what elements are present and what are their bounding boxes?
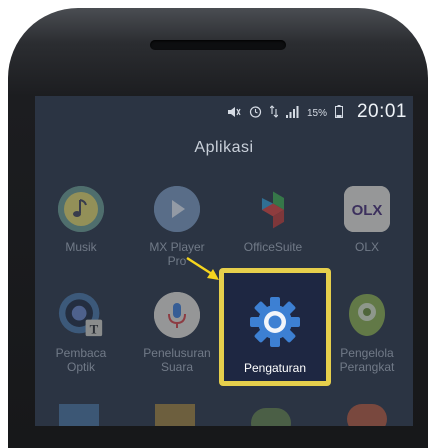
status-bar: 15% 20:01 [35,96,413,128]
olx-logo-icon: OLX [344,186,390,232]
app-penelusuran-suara[interactable]: Penelusuran Suara [137,292,217,374]
app-icon-partial[interactable] [347,404,387,426]
status-time: 20:01 [356,101,407,122]
app-pembaca-optik[interactable]: T Pembaca Optik [41,292,121,374]
alarm-icon [249,105,262,121]
camera-lens-icon: T [58,292,104,338]
battery-icon [335,105,343,121]
app-label: OLX [354,240,379,254]
app-label: Pengelola Perangkat [339,346,395,374]
app-icon-partial[interactable] [155,404,195,426]
app-pengaturan[interactable]: Pengaturan [219,268,331,386]
app-label: Penelusuran Suara [143,346,211,374]
status-icons: 15% [227,105,343,121]
battery-percent: 15% [306,107,327,119]
app-label: Pembaca Optik [55,346,107,374]
app-label: Musik [65,240,97,254]
app-officesuite[interactable]: OfficeSuite [233,186,313,254]
pointer-arrow-icon [186,256,219,280]
officesuite-logo-icon [250,186,296,232]
music-note-icon [58,186,104,232]
mute-icon [227,106,241,121]
signal-icon [285,105,299,121]
device-manager-icon [344,292,390,338]
app-row-partial [35,396,413,426]
app-drawer-title: Aplikasi [194,139,254,156]
app-pengelola-perangkat[interactable]: Pengelola Perangkat [327,292,407,374]
svg-text:T: T [90,322,99,336]
play-icon [154,186,200,232]
app-olx[interactable]: OLX OLX [327,186,407,254]
olx-badge-text: OLX [352,202,383,219]
earpiece-speaker [150,40,286,50]
app-icon-partial[interactable] [251,408,291,426]
gear-icon [246,293,304,351]
data-icon [269,105,279,121]
microphone-icon [154,292,200,338]
app-label: OfficeSuite [243,240,303,254]
app-musik[interactable]: Musik [41,186,121,254]
app-icon-partial[interactable] [59,404,99,426]
app-label: Pengaturan [243,361,307,375]
phone-screen: 15% 20:01 Aplikasi Musik MX Player Pro O… [35,96,413,426]
